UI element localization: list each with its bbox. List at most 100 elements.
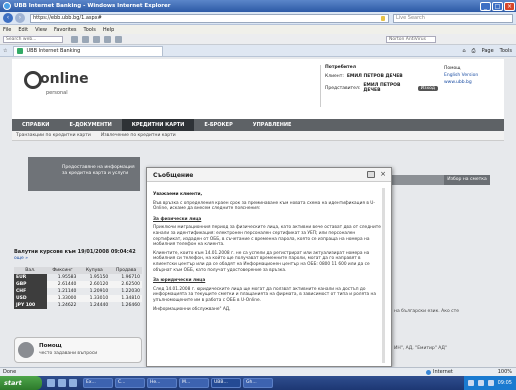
toolbar-icon[interactable] (115, 35, 122, 43)
section-companies-text: След 14.01.2008 г. юридическите лица ще … (153, 286, 376, 303)
nav-management[interactable]: УПРАВЛЕНИЕ (243, 119, 302, 131)
forward-arrow-icon[interactable]: › (15, 13, 25, 23)
rates-table: Вал. Фиксинг Купува Продава EUR 1.95583 … (14, 267, 142, 309)
zone-label: Internet (433, 369, 453, 375)
tab-ubb[interactable]: UBB Internet Banking (13, 45, 164, 56)
clock[interactable]: 09:05 (498, 380, 512, 386)
quick-launch-icon[interactable] (69, 379, 77, 387)
currency-code: CHF (14, 288, 47, 295)
rate-cell: 1.20910 (89, 289, 109, 294)
rates-header: Вал. (14, 267, 47, 274)
rate-cell: 1.21140 (57, 289, 77, 294)
subnav-card-transactions[interactable]: Транзакции по кредитни карти (16, 133, 91, 138)
tray-icon[interactable] (467, 380, 474, 386)
table-row: CHF 1.21140 1.20910 1.22030 (14, 288, 142, 295)
nav-e-broker[interactable]: Е-БРОКЕР (194, 119, 242, 131)
start-button[interactable]: start (0, 376, 42, 390)
taskbar-item[interactable]: C... (115, 378, 145, 388)
toolbar-icon[interactable] (93, 35, 100, 43)
search-toolbar: Search web... Norton AntiVirus (0, 34, 516, 45)
home-icon[interactable]: ⌂ (462, 48, 465, 54)
rate-cell: 1.96710 (121, 275, 140, 280)
nav-e-documents[interactable]: Е-ДОКУМЕНТИ (59, 119, 121, 131)
tray-icon[interactable] (487, 380, 494, 386)
taskbar-item[interactable]: He... (147, 378, 177, 388)
subnav-card-statement[interactable]: Извлечение по кредитни карти (101, 133, 176, 138)
lock-icon[interactable] (381, 15, 385, 21)
help-faq-box[interactable]: Помощ често задавани въпроси (14, 337, 142, 363)
maximize-button[interactable]: □ (492, 1, 503, 11)
nav-spravki[interactable]: СПРАВКИ (12, 119, 59, 131)
norton-toolbar[interactable]: Norton AntiVirus (386, 35, 436, 43)
dialog-footer-link[interactable]: Информационни обслужване" АД, (153, 307, 385, 313)
menu-help[interactable]: Help (103, 27, 114, 33)
window-titlebar: UBB Internet Banking - Windows Internet … (0, 0, 516, 12)
toolbar-icon[interactable] (104, 35, 111, 43)
ubb-site-link[interactable]: www.ubb.bg (444, 79, 502, 86)
section-companies-title: За юридически лица (153, 278, 206, 284)
u-online-logo[interactable]: online personal (24, 69, 89, 99)
tray-icon[interactable] (477, 380, 484, 386)
help-title: Помощ (39, 343, 62, 349)
dialog-intro: Във връзка с определения краен срок за п… (153, 200, 375, 212)
security-zone[interactable]: Internet (426, 369, 476, 375)
help-subtitle: често задавани въпроси (39, 351, 98, 356)
nav-credit-cards[interactable]: КРЕДИТНИ КАРТИ (121, 119, 195, 131)
print-icon[interactable] (367, 171, 375, 178)
toolbar-search-input[interactable]: Search web... (3, 35, 63, 43)
rate-cell: 1.33000 (46, 295, 79, 302)
currency-code: EUR (14, 274, 47, 281)
taskbar: start Ex... C... He... M... UBB... Gh...… (0, 376, 516, 390)
minimize-button[interactable]: _ (480, 1, 491, 11)
menu-favorites[interactable]: Favorites (54, 27, 77, 33)
menu-view[interactable]: View (35, 27, 47, 33)
taskbar-item[interactable]: Gh... (243, 378, 273, 388)
client-row: Клиент: ЕМИЛ ПЕТРОВ ДЕЧЕВ (325, 74, 438, 79)
page-menu[interactable]: Page (482, 48, 494, 54)
currency-code: USD (14, 295, 47, 302)
favorites-star-icon[interactable]: ☆ (3, 48, 7, 54)
lang-box: Помощ English Version www.ubb.bg (444, 65, 502, 86)
quick-launch-icon[interactable] (47, 379, 55, 387)
live-search-input[interactable]: Live Search (393, 13, 513, 23)
rates-more-link[interactable]: още » (14, 256, 28, 261)
dialog-heading: Уважаеми клиенти, (153, 192, 203, 197)
status-bar: Done Internet 100% (0, 367, 516, 376)
menu-file[interactable]: File (3, 27, 11, 33)
dialog-scrollbar[interactable] (382, 188, 385, 363)
currency-code: GBP (14, 281, 47, 288)
taskbar-item[interactable]: M... (179, 378, 209, 388)
toolbar-icon[interactable] (71, 35, 78, 43)
currency-code: JPY 100 (14, 302, 47, 309)
english-version-link[interactable]: English Version (444, 72, 502, 79)
table-row: JPY 100 1.24622 1.24440 1.26460 (14, 302, 142, 309)
exit-button[interactable]: Изход (417, 85, 438, 91)
quick-launch-icon[interactable] (58, 379, 66, 387)
ubb-favicon-icon (17, 48, 24, 54)
rate-cell: 1.34810 (110, 295, 142, 302)
dialog-header: Съобщение × (147, 168, 391, 182)
menu-edit[interactable]: Edit (18, 27, 28, 33)
section-individuals-text: Приключи миграционния период за физическ… (153, 225, 381, 248)
zoom-level[interactable]: 100% (476, 369, 516, 375)
rate-cell: 1.95583 (57, 275, 77, 280)
close-icon[interactable]: × (380, 170, 386, 178)
tab-bar: ☆ UBB Internet Banking ⌂ ⎙ Page Tools (0, 45, 516, 57)
status-text: Done (3, 369, 17, 375)
help-link[interactable]: Помощ (444, 65, 502, 72)
tools-menu[interactable]: Tools (500, 48, 512, 54)
back-arrow-icon[interactable]: ‹ (3, 13, 13, 23)
ie-logo-icon (3, 2, 11, 10)
rate-cell: 1.22030 (121, 289, 140, 294)
print-icon[interactable]: ⎙ (472, 48, 476, 54)
menu-tools[interactable]: Tools (84, 27, 96, 33)
select-account-cell[interactable]: Избор на сметка (444, 175, 490, 185)
toolbar-icon[interactable] (82, 35, 89, 43)
url-field[interactable]: https://ebb.ubb.bg/1.aspx# (30, 13, 389, 23)
close-button[interactable]: × (504, 1, 515, 11)
table-row: GBP 2.61440 2.60120 2.62500 (14, 281, 142, 288)
taskbar-item[interactable]: UBB... (211, 378, 241, 388)
rate-cell: 2.62500 (110, 281, 142, 288)
taskbar-item[interactable]: Ex... (83, 378, 113, 388)
rate-cell: 1.26460 (121, 303, 140, 308)
